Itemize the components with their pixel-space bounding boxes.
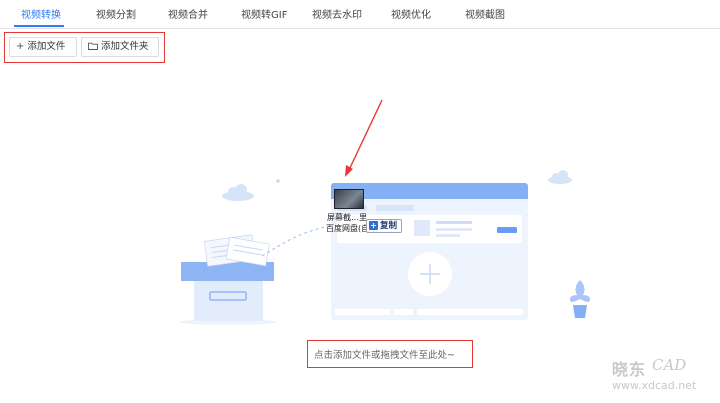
file-box-icon [180,234,276,325]
watermark-cad-text: CAD [652,356,687,374]
copy-label: 复制 [380,221,398,231]
dragged-file-source: 百度网盘(自 [326,224,370,233]
dragged-file-thumbnail [334,189,364,209]
plant-icon [570,280,590,318]
watermark-url: www.xdcad.net [612,379,697,392]
watermark-logo-text: 晓东 [612,360,647,379]
plus-square-icon: + [369,221,378,230]
copy-badge: + 复制 [366,219,403,233]
drop-hint-highlight-box: 点击添加文件或拖拽文件至此处~ [307,340,473,368]
dragged-file-name: 屏幕截…里 [327,213,367,222]
cloud-icon [548,170,572,184]
drop-hint-text[interactable]: 点击添加文件或拖拽文件至此处~ [314,347,455,361]
cloud-icon [222,184,254,201]
